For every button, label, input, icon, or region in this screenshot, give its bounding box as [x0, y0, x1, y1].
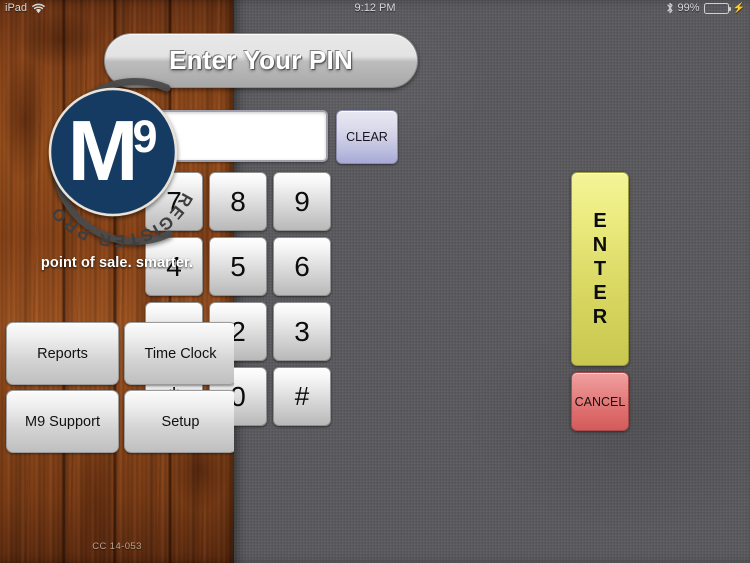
setup-button[interactable]: Setup	[124, 390, 234, 453]
key-9[interactable]: 9	[273, 172, 331, 231]
build-version-label: CC 14-053	[92, 541, 142, 552]
menu-row: M9 Support Setup	[6, 390, 234, 453]
key-8[interactable]: 8	[209, 172, 267, 231]
left-menu: Reports Time Clock M9 Support Setup	[6, 322, 234, 458]
menu-row: Reports Time Clock	[6, 322, 234, 385]
enter-letter: N	[592, 233, 608, 256]
m9-register-pro-logo: M 9 REGISTER PRO	[17, 62, 217, 262]
m9-support-button[interactable]: M9 Support	[6, 390, 119, 453]
logo-letter-m: M	[68, 104, 139, 199]
key-6[interactable]: 6	[273, 237, 331, 296]
enter-letter: T	[593, 257, 607, 280]
cancel-button[interactable]: CANCEL	[571, 372, 629, 431]
enter-letter: E	[593, 281, 607, 304]
reports-button[interactable]: Reports	[6, 322, 119, 385]
enter-button[interactable]: E N T E R	[571, 172, 629, 366]
time-clock-button[interactable]: Time Clock	[124, 322, 234, 385]
clear-button[interactable]: CLEAR	[336, 110, 398, 164]
tagline: point of sale. smarter.	[40, 255, 194, 271]
key-3[interactable]: 3	[273, 302, 331, 361]
logo-numeral-9: 9	[132, 111, 157, 162]
logo-graphic: M 9 REGISTER PRO	[46, 78, 194, 250]
enter-letter: R	[592, 305, 608, 328]
ipad-pos-login-screen: M 9 REGISTER PRO point of sale. smarter.…	[0, 0, 750, 563]
key-hash[interactable]: #	[273, 367, 331, 426]
enter-letter: E	[593, 209, 607, 232]
